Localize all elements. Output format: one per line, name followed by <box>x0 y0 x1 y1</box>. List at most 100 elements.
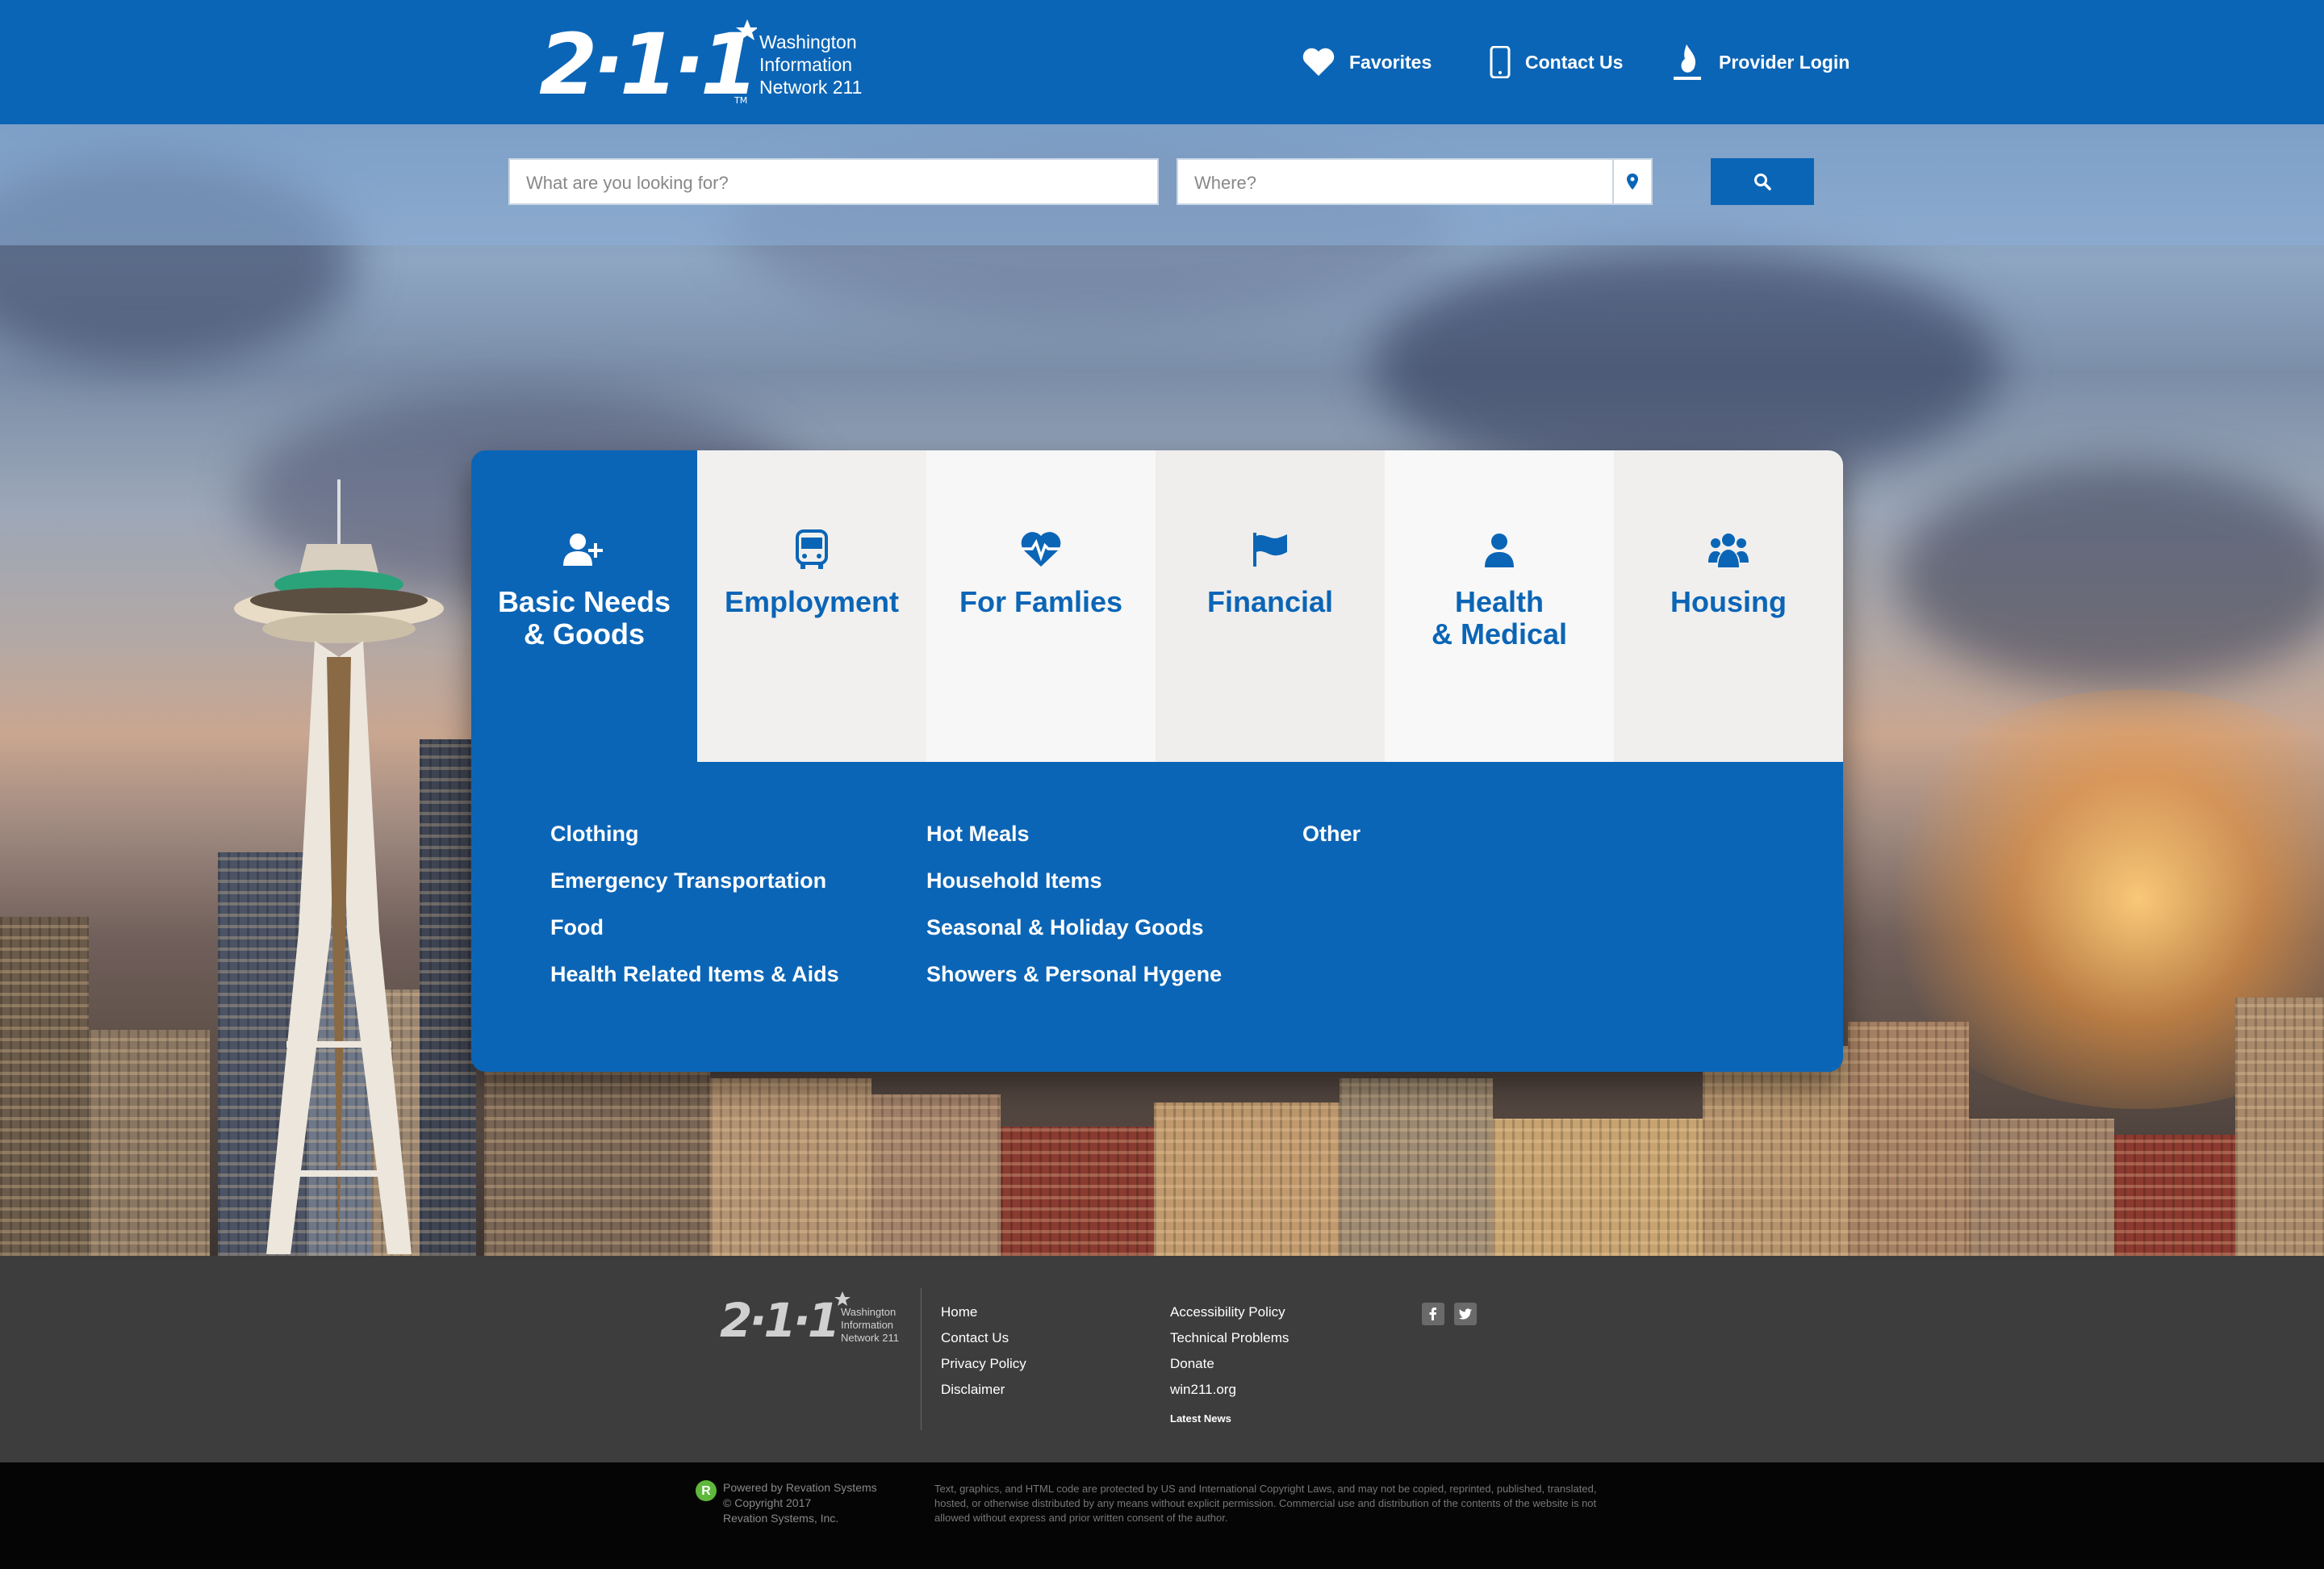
space-needle-icon <box>234 479 444 1254</box>
footer-link-privacy[interactable]: Privacy Policy <box>941 1356 1026 1382</box>
footer-logo-numerals: 2·1·1 <box>720 1293 837 1348</box>
site-logo[interactable]: 2·1·1 TM Washington Information Network … <box>539 8 878 105</box>
footer-link-contact[interactable]: Contact Us <box>941 1330 1026 1356</box>
link-showers-personal-hygene[interactable]: Showers & Personal Hygene <box>926 962 1302 1009</box>
tab-label: Health & Medical <box>1431 585 1568 651</box>
twitter-icon <box>1459 1308 1472 1320</box>
tab-financial[interactable]: Financial <box>1156 450 1385 762</box>
tab-basic-needs[interactable]: Basic Needs & Goods <box>471 450 697 762</box>
link-other[interactable]: Other <box>1302 822 1544 868</box>
footer-link-donate[interactable]: Donate <box>1170 1356 1289 1382</box>
footer-link-disclaimer[interactable]: Disclaimer <box>941 1382 1026 1408</box>
footer-link-technical-problems[interactable]: Technical Problems <box>1170 1330 1289 1356</box>
building <box>0 917 89 1256</box>
category-tabs: Basic Needs & Goods Employment For Famli… <box>471 450 1843 762</box>
favorites-label: Favorites <box>1349 51 1432 73</box>
building <box>1703 1046 1848 1256</box>
footer-logo-line-1: Washington <box>841 1306 896 1318</box>
footer-links-column-2: Accessibility Policy Technical Problems … <box>1170 1304 1289 1430</box>
tab-housing[interactable]: Housing <box>1614 450 1843 762</box>
tab-health-medical[interactable]: Health & Medical <box>1385 450 1614 762</box>
company-text: Revation Systems, Inc. <box>723 1512 839 1525</box>
tab-label: Basic Needs & Goods <box>497 585 671 651</box>
footer-link-home[interactable]: Home <box>941 1304 1026 1330</box>
tab-label: Housing <box>1670 585 1787 618</box>
footer-link-latest-news[interactable]: Latest News <box>1170 1411 1289 1430</box>
building <box>710 1078 872 1256</box>
footer-logo-icon: 2·1·1 Washington Information Network 211 <box>720 1291 899 1348</box>
tab-label: For Famlies <box>959 585 1123 618</box>
cloud <box>1896 463 2324 689</box>
link-clothing[interactable]: Clothing <box>550 822 926 868</box>
link-emergency-transportation[interactable]: Emergency Transportation <box>550 868 926 915</box>
hero-background: What are you looking for? Where? Basic N… <box>0 124 2324 1256</box>
building <box>89 1030 210 1256</box>
building <box>1154 1102 1340 1256</box>
logo-text: Washington Information Network 211 <box>759 31 862 98</box>
logo-tm: TM <box>734 95 747 105</box>
footer-divider <box>921 1288 922 1430</box>
building <box>2114 1135 2235 1256</box>
tab-label: Financial <box>1206 585 1334 618</box>
legal-notice: Text, graphics, and HTML code are protec… <box>934 1483 1597 1524</box>
users-icon <box>1708 528 1749 571</box>
building <box>484 1062 710 1256</box>
heart-icon <box>1302 48 1335 76</box>
favorites-link[interactable]: Favorites <box>1302 42 1432 82</box>
site-footer: 2·1·1 Washington Information Network 211… <box>0 1256 2324 1462</box>
building <box>1969 1119 2114 1256</box>
link-household-items[interactable]: Household Items <box>926 868 1302 915</box>
building <box>872 1094 1001 1256</box>
search-icon <box>1754 174 1771 190</box>
subcategory-links: Clothing Emergency Transportation Food H… <box>550 822 1761 1009</box>
logo-line-2: Information <box>759 54 853 75</box>
tab-label: Employment <box>724 585 900 618</box>
contact-us-link[interactable]: Contact Us <box>1490 42 1623 82</box>
subcategory-column-3: Other <box>1302 822 1544 1009</box>
category-panel: Basic Needs & Goods Employment For Famli… <box>471 450 1843 1072</box>
building <box>2235 998 2324 1256</box>
user-icon <box>1483 528 1515 571</box>
flame-login-icon <box>1674 44 1701 80</box>
footer-logo-line-2: Information <box>841 1319 893 1331</box>
tab-families[interactable]: For Famlies <box>926 450 1156 762</box>
where-search-input[interactable]: Where? <box>1177 158 1653 205</box>
logo-line-3: Network 211 <box>759 77 863 98</box>
link-seasonal-holiday-goods[interactable]: Seasonal & Holiday Goods <box>926 915 1302 962</box>
bus-icon <box>796 528 828 571</box>
footer-links-column-1: Home Contact Us Privacy Policy Disclaime… <box>941 1304 1026 1408</box>
location-pin-button[interactable] <box>1612 160 1651 203</box>
footer-logo[interactable]: 2·1·1 Washington Information Network 211 <box>720 1287 913 1351</box>
revation-logo-icon: R <box>696 1480 717 1501</box>
search-button[interactable] <box>1711 158 1814 205</box>
tab-employment[interactable]: Employment <box>697 450 926 762</box>
add-user-icon <box>563 528 605 571</box>
logo-line-1: Washington <box>759 31 857 52</box>
powered-by-text: Powered by Revation Systems © Copyright … <box>723 1480 877 1526</box>
what-placeholder: What are you looking for? <box>526 173 729 193</box>
footer-logo-line-3: Network 211 <box>841 1332 899 1344</box>
link-hot-meals[interactable]: Hot Meals <box>926 822 1302 868</box>
contact-us-label: Contact Us <box>1525 51 1624 73</box>
building <box>1848 1022 1969 1256</box>
svg-text:2·1·1: 2·1·1 <box>539 19 754 105</box>
twitter-button[interactable] <box>1454 1303 1477 1325</box>
building <box>1493 1119 1703 1256</box>
powered-by-label[interactable]: Powered by Revation Systems <box>723 1480 877 1496</box>
search-band: What are you looking for? Where? <box>0 124 2324 245</box>
what-search-input[interactable]: What are you looking for? <box>508 158 1159 205</box>
facebook-button[interactable] <box>1422 1303 1444 1325</box>
subcategory-column-1: Clothing Emergency Transportation Food H… <box>550 822 926 1009</box>
building <box>1340 1078 1493 1256</box>
provider-login-label: Provider Login <box>1719 51 1850 73</box>
site-header: 2·1·1 TM Washington Information Network … <box>0 0 2324 124</box>
copyright-text: © Copyright 2017 <box>723 1496 812 1509</box>
provider-login-link[interactable]: Provider Login <box>1670 42 1850 82</box>
where-placeholder: Where? <box>1194 173 1257 193</box>
link-food[interactable]: Food <box>550 915 926 962</box>
building <box>1001 1127 1154 1256</box>
map-pin-icon <box>1627 174 1638 190</box>
link-health-related-items[interactable]: Health Related Items & Aids <box>550 962 926 1009</box>
footer-link-accessibility[interactable]: Accessibility Policy <box>1170 1304 1289 1330</box>
footer-link-win211[interactable]: win211.org <box>1170 1382 1289 1408</box>
